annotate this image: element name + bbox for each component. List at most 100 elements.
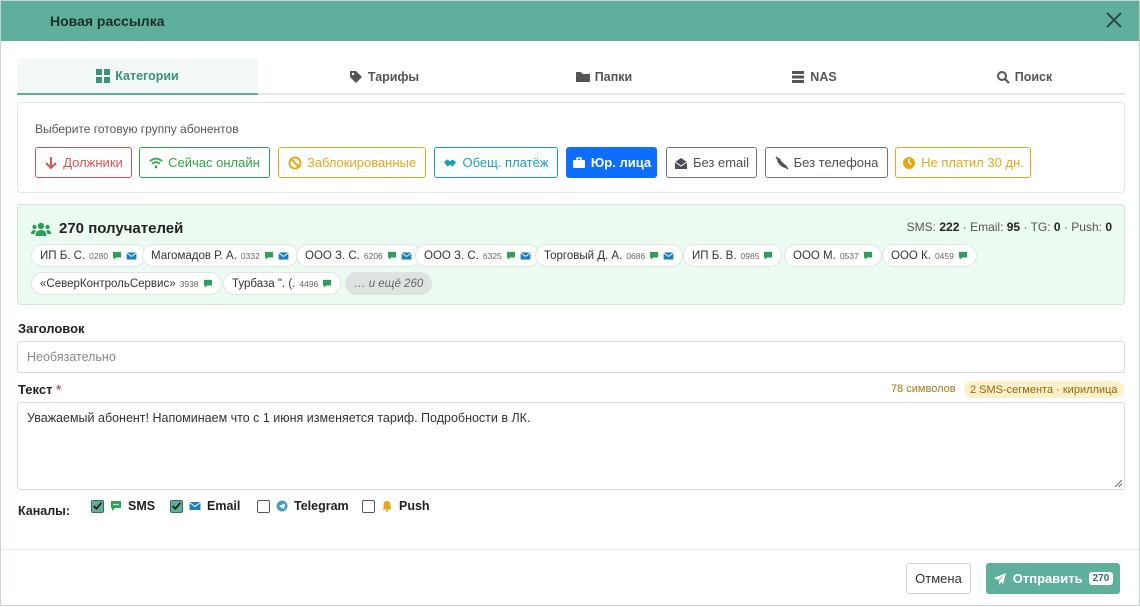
recipient-number: 0332 [240,250,260,261]
recipient-chip[interactable]: Турбаза ". (. 4496 [223,272,342,295]
group-no-email-label: Без email [692,155,750,170]
recipient-chip[interactable]: «СеверКонтрольСервис» 3938 [31,272,222,295]
more-recipients-label: … и ещё 260 [354,277,424,290]
cancel-button[interactable]: Отмена [906,563,971,594]
sms-icon [650,251,659,260]
check-icon [172,502,182,511]
recipient-number: 4496 [299,278,319,289]
stat-push: 0 [1105,220,1112,234]
resize-handle-icon[interactable] [1115,480,1122,487]
folder-icon [575,72,590,82]
sms-icon [203,279,212,288]
paper-plane-icon [993,572,1006,585]
group-legal-entities-button[interactable]: Юр. лица [566,147,657,178]
briefcase-icon [572,156,585,168]
subject-label: Заголовок [18,321,85,336]
recipient-chip[interactable]: ООО М. 0537 [784,244,882,267]
recipient-name: Турбаза ". (. [232,277,296,290]
checkbox-unchecked[interactable] [257,499,270,513]
group-no-email-button[interactable]: Без email [666,147,757,178]
envelope-open-icon [674,157,688,169]
close-icon[interactable] [1103,9,1125,31]
recipient-number: 0985 [740,250,760,261]
group-not-paid-30-label: Не платил 30 дн. [921,155,1024,170]
tags-icon [349,71,362,83]
recipient-chip[interactable]: ИП Б. С. 0280 [31,244,147,267]
checkbox-checked[interactable] [91,499,104,513]
tab-nas[interactable]: NAS [709,59,919,95]
group-promised-payment-button[interactable]: Обещ. платёж [434,147,558,178]
channel-telegram-label: Telegram [294,499,349,513]
recipient-chip[interactable]: ИП Б. В. 0985 [683,244,783,267]
tab-label: Папки [594,70,633,84]
envelope-icon [189,502,201,510]
channel-email-checkbox[interactable]: Email [170,499,240,513]
channel-sms-label: SMS [128,499,156,513]
recipient-name: «СеверКонтрольСервис» [40,277,176,290]
envelope-icon [520,251,531,260]
handshake-icon [444,159,457,166]
tab-label: Категории [115,69,179,83]
channel-telegram-checkbox[interactable]: Telegram [257,499,349,513]
send-button[interactable]: Отправить 270 [986,563,1120,594]
tab-tariffs[interactable]: Тарифы [279,59,489,95]
more-recipients-chip[interactable]: … и ещё 260 [345,272,433,295]
recipient-number: 6325 [482,250,502,261]
text-label: Текст * [18,382,61,397]
checkbox-checked[interactable] [170,499,183,513]
ban-icon [288,156,302,169]
search-icon [996,71,1010,84]
tab-search[interactable]: Поиск [919,59,1129,95]
group-blocked-button[interactable]: Заблокированные [278,147,426,178]
sms-icon [113,251,122,260]
message-textarea[interactable]: Уважаемый абонент! Напоминаем что с 1 ию… [17,402,1125,490]
group-blocked-label: Заблокированные [306,155,417,170]
bell-icon [382,501,392,512]
channels-row: Каналы: SMS Email Telegram Push [17,499,517,519]
grid-icon [96,69,111,83]
group-not-paid-30-button[interactable]: Не платил 30 дн. [895,147,1031,178]
recipient-chip[interactable]: Магомадов Р. А. 0332 [142,244,298,267]
recipient-number: 0537 [839,250,859,261]
channel-stats: SMS: 222 · Email: 95 · TG: 0 · Push: 0 [907,220,1112,234]
recipient-name: ООО К. [891,249,931,262]
recipient-name: ООО З. С. [424,249,479,262]
stat-sms: 222 [939,220,960,234]
server-icon [792,71,805,83]
tab-folders[interactable]: Папки [499,59,709,95]
sms-icon [958,251,967,260]
recipient-chip[interactable]: ООО К. 0459 [882,244,977,267]
tab-categories[interactable]: Категории [17,59,258,95]
group-debtors-button[interactable]: Должники [35,147,132,178]
subject-input[interactable] [18,342,1124,372]
recipient-name: Магомадов Р. А. [151,249,237,262]
group-online-button[interactable]: Сейчас онлайн [139,147,270,178]
sms-icon [863,251,872,260]
new-mailing-modal: Новая рассылка Категории Тарифы Папки NA… [0,0,1140,606]
arrow-down-icon [45,156,57,169]
stat-tg-label: · TG: [1023,220,1051,234]
group-no-phone-button[interactable]: Без телефона [765,147,888,178]
channel-push-checkbox[interactable]: Push [362,499,430,513]
checkbox-unchecked[interactable] [362,499,375,513]
recipient-name: Торговый Д. А. [544,249,623,262]
stat-email-label: · Email: [962,220,1004,234]
recipient-number: 0280 [89,250,109,261]
required-marker: * [56,382,62,397]
envelope-icon [401,251,412,260]
recipient-number: 6206 [363,250,383,261]
group-promised-payment-label: Обещ. платёж [462,155,549,170]
recipient-chip[interactable]: ООО З. С. 6206 [296,244,421,267]
recipient-chip[interactable]: Торговый Д. А. 0686 [535,244,684,267]
recipient-number: 3938 [179,278,199,289]
clock-icon [903,156,916,169]
sms-icon [764,251,773,260]
sms-icon [323,279,332,288]
users-icon [31,222,51,236]
group-presets-panel: Выберите готовую группу абонентов Должни… [17,102,1125,193]
channels-label: Каналы: [18,504,71,518]
channel-sms-checkbox[interactable]: SMS [91,499,155,513]
envelope-icon [663,251,674,260]
stat-push-label: · Push: [1063,220,1102,234]
recipient-chip[interactable]: ООО З. С. 6325 [415,244,540,267]
